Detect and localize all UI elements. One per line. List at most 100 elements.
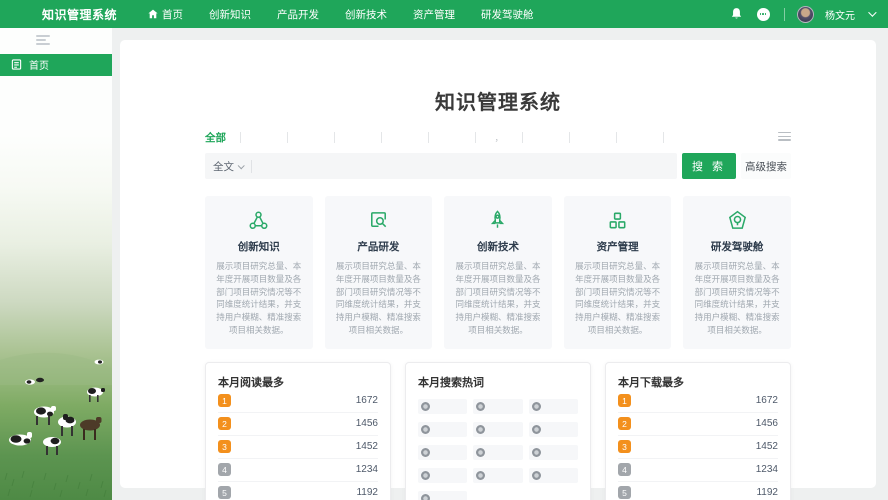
tag-dot-icon — [476, 424, 486, 434]
card-title: 产品研发 — [357, 241, 400, 253]
filter-category-5[interactable] — [428, 132, 475, 143]
filter-category-3[interactable] — [334, 132, 381, 143]
divider — [784, 7, 785, 21]
home-icon — [148, 9, 158, 19]
app-title: 知识管理系统 — [42, 7, 118, 22]
rank-list-item[interactable]: 4 1234 — [618, 459, 778, 482]
tag-dot-icon — [421, 447, 430, 457]
rank-item-value: 1192 — [356, 487, 378, 498]
rank-badge: 3 — [618, 440, 631, 453]
rank-item-value: 1452 — [755, 441, 778, 452]
category-filter-row: 全部 ， — [205, 130, 791, 145]
feature-card[interactable]: 研发驾驶舱 展示项目研究总量、本年度开展项目数量及各部门项目研究情况等不同维度统计… — [683, 196, 791, 349]
hot-search-tag-12[interactable] — [528, 467, 578, 483]
rocket-icon — [453, 209, 543, 234]
search-input[interactable] — [252, 160, 677, 172]
list-view-icon[interactable] — [778, 131, 791, 144]
hot-search-tag-3[interactable] — [528, 398, 578, 414]
blocks-icon — [573, 209, 663, 234]
navbar-right: 杨文元 — [727, 5, 877, 23]
nav-item-5[interactable]: 资产管理 — [400, 0, 468, 28]
rank-list-item[interactable]: 1 1672 — [618, 390, 778, 413]
rank-list-item[interactable]: 2 1456 — [618, 413, 778, 436]
rank-list-item[interactable]: 5 1192 — [218, 482, 378, 500]
nav-item-label: 创新技术 — [345, 8, 388, 21]
user-avatar[interactable] — [797, 5, 814, 23]
hot-search-tag-11[interactable] — [473, 467, 523, 483]
hot-search-tag-1[interactable] — [418, 398, 468, 414]
rank-list-item[interactable]: 3 1452 — [618, 436, 778, 459]
badge-icon — [692, 209, 782, 234]
sidebar: 首页 — [0, 28, 112, 500]
filter-category-8[interactable] — [569, 132, 616, 143]
sidebar-collapse-icon[interactable] — [36, 35, 50, 45]
rank-list-item[interactable]: 5 1192 — [618, 482, 778, 500]
nav-item-6[interactable]: 研发驾驶舱 — [468, 0, 547, 28]
rank-badge: 5 — [618, 486, 631, 499]
rank-list-item[interactable]: 2 1456 — [218, 413, 378, 436]
nav-item-label: 创新知识 — [209, 8, 252, 21]
hot-search-tag-13[interactable] — [418, 490, 468, 500]
rank-item-value: 1456 — [755, 418, 778, 429]
hot-search-tag-2[interactable] — [473, 398, 523, 414]
nav-item-1[interactable]: 首页 — [135, 0, 196, 28]
rank-list-item[interactable]: 3 1452 — [218, 436, 378, 459]
tag-dot-icon — [531, 401, 541, 411]
tag-dot-icon — [476, 447, 486, 457]
rank-badge: 1 — [218, 394, 231, 407]
filter-category-4[interactable] — [381, 132, 428, 143]
tag-dot-icon — [421, 470, 430, 480]
hot-search-tag-6[interactable] — [528, 421, 578, 437]
filter-category-7[interactable] — [522, 132, 569, 143]
rank-list-item[interactable]: 1 1672 — [218, 390, 378, 413]
message-icon[interactable] — [754, 5, 772, 23]
hot-search-tag-8[interactable] — [473, 444, 523, 460]
sidebar-item-label: 首页 — [29, 61, 49, 72]
nav-item-4[interactable]: 创新技术 — [332, 0, 400, 28]
pasture-photo — [0, 135, 112, 500]
card-description: 展示项目研究总量、本年度开展项目数量及各部门项目研究情况等不同维度统计结果，并支… — [455, 261, 541, 335]
nav-item-3[interactable]: 产品开发 — [264, 0, 332, 28]
feature-card[interactable]: 资产管理 展示项目研究总量、本年度开展项目数量及各部门项目研究情况等不同维度统计结… — [563, 196, 672, 349]
nav-item-2[interactable]: 创新知识 — [196, 0, 264, 28]
filter-category-10[interactable] — [663, 132, 710, 143]
chevron-down-icon[interactable] — [868, 8, 877, 17]
filter-category-9[interactable] — [616, 132, 663, 143]
filter-category-6[interactable]: ， — [475, 132, 522, 143]
filter-category-2[interactable] — [287, 132, 334, 143]
rank-item-value: 1456 — [355, 418, 378, 429]
hot-search-tag-4[interactable] — [418, 421, 468, 437]
search-scope-dropdown[interactable]: 全文 — [205, 159, 251, 174]
search-box: 全文 — [205, 153, 677, 179]
tag-dot-icon — [531, 424, 541, 434]
feature-card[interactable]: 产品研发 展示项目研究总量、本年度开展项目数量及各部门项目研究情况等不同维度统计结… — [324, 196, 433, 349]
hot-search-tag-9[interactable] — [528, 444, 578, 460]
search-button[interactable]: 搜 索 — [682, 153, 736, 179]
advanced-search-button[interactable]: 高级搜索 — [741, 153, 791, 179]
rank-badge: 1 — [618, 394, 631, 407]
chevron-down-icon — [237, 161, 245, 169]
molecule-icon — [214, 209, 304, 234]
feature-card[interactable]: 创新知识 展示项目研究总量、本年度开展项目数量及各部门项目研究情况等不同维度统计结… — [205, 196, 313, 349]
rank-badge: 4 — [218, 463, 231, 476]
tag-dot-icon — [476, 401, 486, 411]
panel-title: 本月下载最多 — [618, 376, 684, 389]
rank-badge: 2 — [618, 417, 631, 430]
tag-dot-icon — [476, 470, 486, 480]
hot-search-tag-10[interactable] — [418, 467, 468, 483]
tag-dot-icon — [421, 493, 430, 500]
feature-card[interactable]: 创新技术 展示项目研究总量、本年度开展项目数量及各部门项目研究情况等不同维度统计结… — [444, 196, 552, 349]
nav-item-label: 首页 — [162, 8, 184, 21]
tag-dot-icon — [421, 401, 430, 411]
rank-list-item[interactable]: 4 1234 — [218, 459, 378, 482]
hot-search-tag-7[interactable] — [418, 444, 468, 460]
document-icon — [11, 59, 22, 70]
user-name[interactable]: 杨文元 — [825, 7, 855, 22]
filter-category-1[interactable] — [240, 132, 287, 143]
hot-search-tag-5[interactable] — [473, 421, 523, 437]
stats-panels: 本月阅读最多 1 1672 2 1456 3 1452 4 1234 5 1192 本月搜索热词 … — [205, 361, 791, 500]
notification-bell-icon[interactable] — [727, 5, 745, 23]
sidebar-item-home[interactable]: 首页 — [0, 53, 112, 76]
product-search-icon — [334, 209, 424, 234]
filter-all[interactable]: 全部 — [205, 130, 240, 145]
